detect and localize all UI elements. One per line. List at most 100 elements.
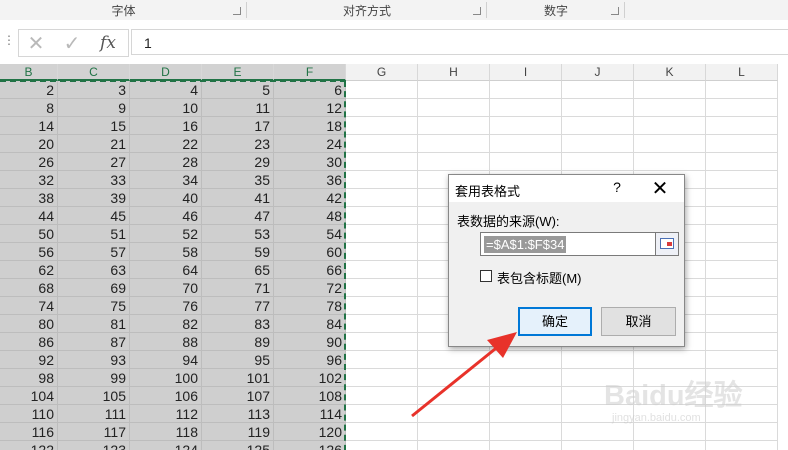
empty-cell[interactable] <box>346 297 418 315</box>
empty-cell[interactable] <box>346 441 418 450</box>
table-cell[interactable]: 69 <box>58 279 130 297</box>
empty-cell[interactable] <box>346 261 418 279</box>
formula-bar-grip-icon[interactable]: ⋮ <box>3 33 15 47</box>
table-cell[interactable]: 112 <box>130 405 202 423</box>
table-cell[interactable]: 65 <box>202 261 274 279</box>
empty-cell[interactable] <box>346 405 418 423</box>
table-cell[interactable]: 34 <box>130 171 202 189</box>
range-select-button[interactable] <box>655 232 679 256</box>
empty-cell[interactable] <box>634 441 706 450</box>
column-header-j[interactable]: J <box>562 64 634 81</box>
empty-cell[interactable] <box>706 351 778 369</box>
table-cell[interactable]: 89 <box>202 333 274 351</box>
table-cell[interactable]: 42 <box>274 189 346 207</box>
empty-cell[interactable] <box>418 99 490 117</box>
table-cell[interactable]: 38 <box>0 189 58 207</box>
table-cell[interactable]: 22 <box>130 135 202 153</box>
table-cell[interactable]: 94 <box>130 351 202 369</box>
empty-cell[interactable] <box>706 189 778 207</box>
table-cell[interactable]: 20 <box>0 135 58 153</box>
column-header-h[interactable]: H <box>418 64 490 81</box>
empty-cell[interactable] <box>562 81 634 99</box>
empty-cell[interactable] <box>562 153 634 171</box>
table-cell[interactable]: 30 <box>274 153 346 171</box>
close-icon[interactable]: ✕ <box>647 176 673 201</box>
column-header-e[interactable]: E <box>202 64 274 81</box>
table-cell[interactable]: 101 <box>202 369 274 387</box>
table-cell[interactable]: 3 <box>58 81 130 99</box>
table-cell[interactable]: 120 <box>274 423 346 441</box>
column-header-f[interactable]: F <box>274 64 346 81</box>
table-cell[interactable]: 36 <box>274 171 346 189</box>
empty-cell[interactable] <box>346 369 418 387</box>
empty-cell[interactable] <box>634 135 706 153</box>
formula-input[interactable]: 1 <box>131 29 788 55</box>
table-cell[interactable]: 111 <box>58 405 130 423</box>
table-cell[interactable]: 124 <box>130 441 202 450</box>
empty-cell[interactable] <box>346 279 418 297</box>
empty-cell[interactable] <box>418 369 490 387</box>
empty-cell[interactable] <box>706 333 778 351</box>
empty-cell[interactable] <box>346 351 418 369</box>
table-cell[interactable]: 62 <box>0 261 58 279</box>
table-cell[interactable]: 56 <box>0 243 58 261</box>
cancel-button[interactable]: 取消 <box>601 307 676 336</box>
column-header-g[interactable]: G <box>346 64 418 81</box>
table-cell[interactable]: 90 <box>274 333 346 351</box>
table-cell[interactable]: 113 <box>202 405 274 423</box>
table-cell[interactable]: 47 <box>202 207 274 225</box>
column-header-i[interactable]: I <box>490 64 562 81</box>
table-cell[interactable]: 80 <box>0 315 58 333</box>
empty-cell[interactable] <box>418 81 490 99</box>
empty-cell[interactable] <box>706 135 778 153</box>
has-headers-label[interactable]: 表包含标题(M) <box>497 268 582 287</box>
table-cell[interactable]: 117 <box>58 423 130 441</box>
table-cell[interactable]: 77 <box>202 297 274 315</box>
fx-icon[interactable]: fx <box>91 30 125 56</box>
empty-cell[interactable] <box>490 441 562 450</box>
empty-cell[interactable] <box>346 243 418 261</box>
ok-button[interactable]: 确定 <box>518 307 592 336</box>
table-cell[interactable]: 50 <box>0 225 58 243</box>
table-cell[interactable]: 70 <box>130 279 202 297</box>
empty-cell[interactable] <box>706 243 778 261</box>
table-cell[interactable]: 48 <box>274 207 346 225</box>
table-cell[interactable]: 123 <box>58 441 130 450</box>
table-cell[interactable]: 63 <box>58 261 130 279</box>
table-cell[interactable]: 82 <box>130 315 202 333</box>
table-cell[interactable]: 11 <box>202 99 274 117</box>
table-cell[interactable]: 118 <box>130 423 202 441</box>
empty-cell[interactable] <box>490 135 562 153</box>
table-cell[interactable]: 114 <box>274 405 346 423</box>
table-cell[interactable]: 17 <box>202 117 274 135</box>
empty-cell[interactable] <box>490 387 562 405</box>
empty-cell[interactable] <box>706 81 778 99</box>
table-cell[interactable]: 45 <box>58 207 130 225</box>
empty-cell[interactable] <box>418 387 490 405</box>
table-cell[interactable]: 98 <box>0 369 58 387</box>
empty-cell[interactable] <box>490 423 562 441</box>
column-header-l[interactable]: L <box>706 64 778 81</box>
table-cell[interactable]: 12 <box>274 99 346 117</box>
table-cell[interactable]: 8 <box>0 99 58 117</box>
table-cell[interactable]: 60 <box>274 243 346 261</box>
table-cell[interactable]: 59 <box>202 243 274 261</box>
table-cell[interactable]: 64 <box>130 261 202 279</box>
table-cell[interactable]: 105 <box>58 387 130 405</box>
empty-cell[interactable] <box>706 225 778 243</box>
empty-cell[interactable] <box>346 171 418 189</box>
table-cell[interactable]: 53 <box>202 225 274 243</box>
check-icon[interactable]: ✓ <box>55 30 89 56</box>
table-cell[interactable]: 75 <box>58 297 130 315</box>
table-cell[interactable]: 57 <box>58 243 130 261</box>
has-headers-checkbox[interactable] <box>480 270 492 282</box>
empty-cell[interactable] <box>706 297 778 315</box>
table-cell[interactable]: 54 <box>274 225 346 243</box>
table-cell[interactable]: 116 <box>0 423 58 441</box>
empty-cell[interactable] <box>346 81 418 99</box>
table-cell[interactable]: 33 <box>58 171 130 189</box>
empty-cell[interactable] <box>418 405 490 423</box>
table-cell[interactable]: 29 <box>202 153 274 171</box>
table-cell[interactable]: 76 <box>130 297 202 315</box>
table-cell[interactable]: 5 <box>202 81 274 99</box>
